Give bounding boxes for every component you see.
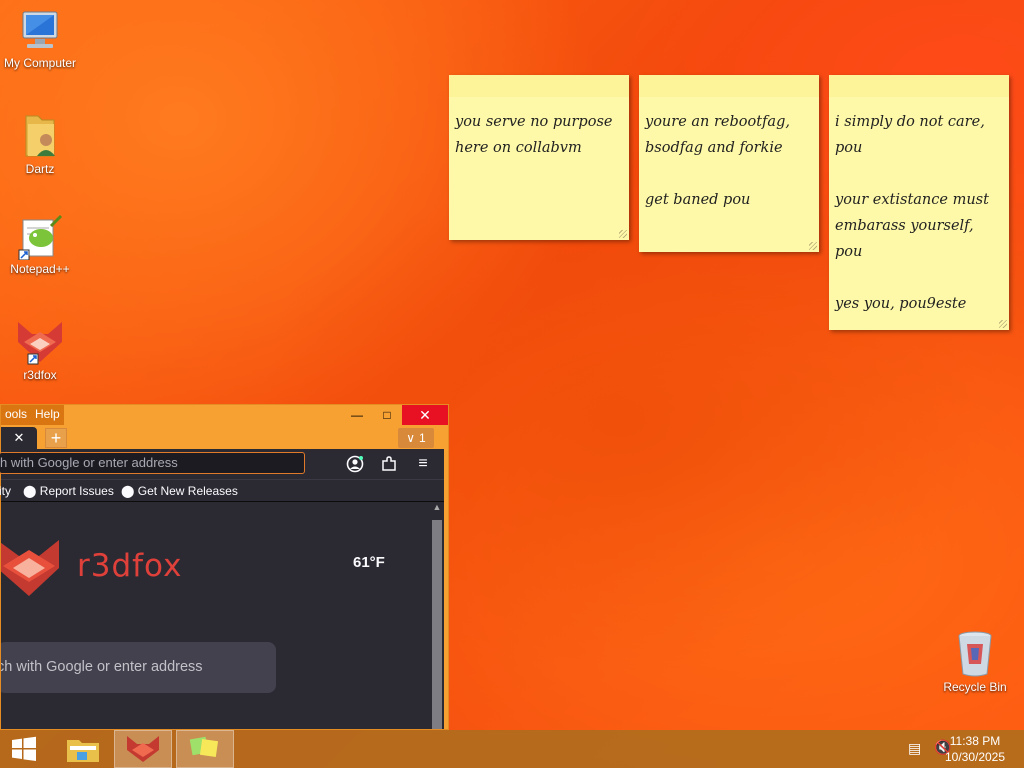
sticky-note-text[interactable]: i simply do not care, pou your extistanc…: [835, 75, 1003, 317]
account-icon[interactable]: [345, 454, 365, 474]
taskbar-file-explorer[interactable]: [54, 730, 112, 768]
menu-tools[interactable]: ools: [1, 405, 32, 425]
resize-grip-icon[interactable]: [619, 230, 627, 238]
desktop-icon-recycle-bin[interactable]: Recycle Bin: [935, 630, 1015, 694]
bookmark-item[interactable]: ity: [0, 484, 11, 498]
github-icon: ⬤: [121, 484, 135, 498]
nav-toolbar: h with Google or enter address ≡: [0, 449, 444, 479]
brand-name: r3dfox: [77, 548, 183, 584]
desktop-icon-label: r3dfox: [23, 368, 57, 382]
sticky-note-text[interactable]: you serve no purpose here on collabvm: [455, 75, 623, 161]
maximize-button[interactable]: □: [372, 405, 402, 425]
browser-window[interactable]: ools Help — □ ✕ ✕ + ∨ 1 h with Google or…: [0, 404, 449, 730]
bookmark-report-issues[interactable]: ⬤ Report Issues: [23, 484, 114, 498]
menu-bar: ools Help: [1, 405, 64, 425]
minimize-button[interactable]: —: [342, 405, 372, 425]
scroll-up-icon[interactable]: ▲: [430, 502, 444, 512]
resize-grip-icon[interactable]: [999, 320, 1007, 328]
menu-help[interactable]: Help: [31, 405, 64, 425]
newtab-search-input[interactable]: ch with Google or enter address: [1, 642, 276, 693]
sticky-note[interactable]: i simply do not care, pou your extistanc…: [829, 75, 1009, 330]
r3dfox-icon: [127, 736, 159, 762]
user-folder-icon: [25, 115, 55, 157]
tab-close-button[interactable]: ✕: [1, 427, 37, 449]
bookmark-label: Get New Releases: [137, 484, 238, 498]
my-computer-icon: [22, 11, 58, 48]
taskbar-sticky-notes[interactable]: [176, 730, 234, 768]
menu-hamburger-icon[interactable]: ≡: [413, 454, 433, 474]
address-bar[interactable]: h with Google or enter address: [0, 452, 305, 474]
start-button[interactable]: [0, 730, 48, 768]
desktop-icon-label: My Computer: [3, 56, 77, 70]
chevron-down-icon: ∨: [406, 431, 416, 445]
sticky-notes-icon: [189, 736, 219, 758]
sticky-note[interactable]: youre an rebootfag, bsodfag and forkie g…: [639, 75, 819, 252]
clock-time: 11:38 PM: [949, 734, 1001, 748]
window-controls: — □ ✕: [342, 405, 448, 425]
clock-date: 10/30/2025: [944, 750, 1006, 764]
github-icon: ⬤: [23, 484, 37, 498]
start-icon: [12, 736, 36, 761]
sticky-note[interactable]: you serve no purpose here on collabvm: [449, 75, 629, 240]
bookmark-label: Report Issues: [39, 484, 114, 498]
sticky-note-text[interactable]: youre an rebootfag, bsodfag and forkie g…: [645, 75, 813, 213]
r3dfox-logo-icon: [1, 540, 59, 596]
clock[interactable]: 11:38 PM 10/30/2025: [940, 733, 1010, 765]
tab-list-button[interactable]: ∨ 1: [398, 428, 434, 448]
r3dfox-icon: [18, 322, 62, 365]
network-icon[interactable]: ▤: [908, 740, 921, 757]
new-tab-page: r3dfox 61°F ch with Google or enter addr…: [1, 501, 444, 729]
system-tray: ▤ 🔇 11:38 PM 10/30/2025: [824, 730, 1024, 768]
file-explorer-icon: [67, 740, 99, 762]
tab-count: 1: [419, 431, 426, 445]
desktop-icon-my-computer[interactable]: My Computer: [0, 10, 80, 70]
weather-widget[interactable]: 61°F: [353, 554, 385, 571]
taskbar: ▤ 🔇 11:38 PM 10/30/2025: [0, 730, 1024, 768]
close-button[interactable]: ✕: [402, 405, 448, 425]
extensions-icon[interactable]: [379, 454, 399, 474]
recycle-bin-icon: [958, 631, 992, 677]
new-tab-button[interactable]: +: [45, 428, 67, 448]
desktop-icon-label: Recycle Bin: [943, 680, 1007, 694]
bookmarks-toolbar: ity ⬤ Report Issues ⬤ Get New Releases: [0, 479, 444, 502]
desktop-icon-notepadpp[interactable]: Notepad++: [0, 214, 80, 276]
desktop-icon-dartz[interactable]: Dartz: [0, 110, 80, 176]
bookmark-get-new-releases[interactable]: ⬤ Get New Releases: [121, 484, 238, 498]
resize-grip-icon[interactable]: [809, 242, 817, 250]
notepadpp-icon: [18, 214, 63, 260]
tab-strip: ✕ + ∨ 1: [1, 427, 448, 449]
desktop-icon-label: Notepad++: [10, 262, 70, 276]
desktop-icon-r3dfox[interactable]: r3dfox: [0, 320, 80, 382]
desktop-icon-label: Dartz: [25, 162, 55, 176]
taskbar-r3dfox[interactable]: [114, 730, 172, 768]
scrollbar-thumb[interactable]: [432, 520, 442, 729]
scrollbar[interactable]: ▲: [430, 502, 444, 729]
